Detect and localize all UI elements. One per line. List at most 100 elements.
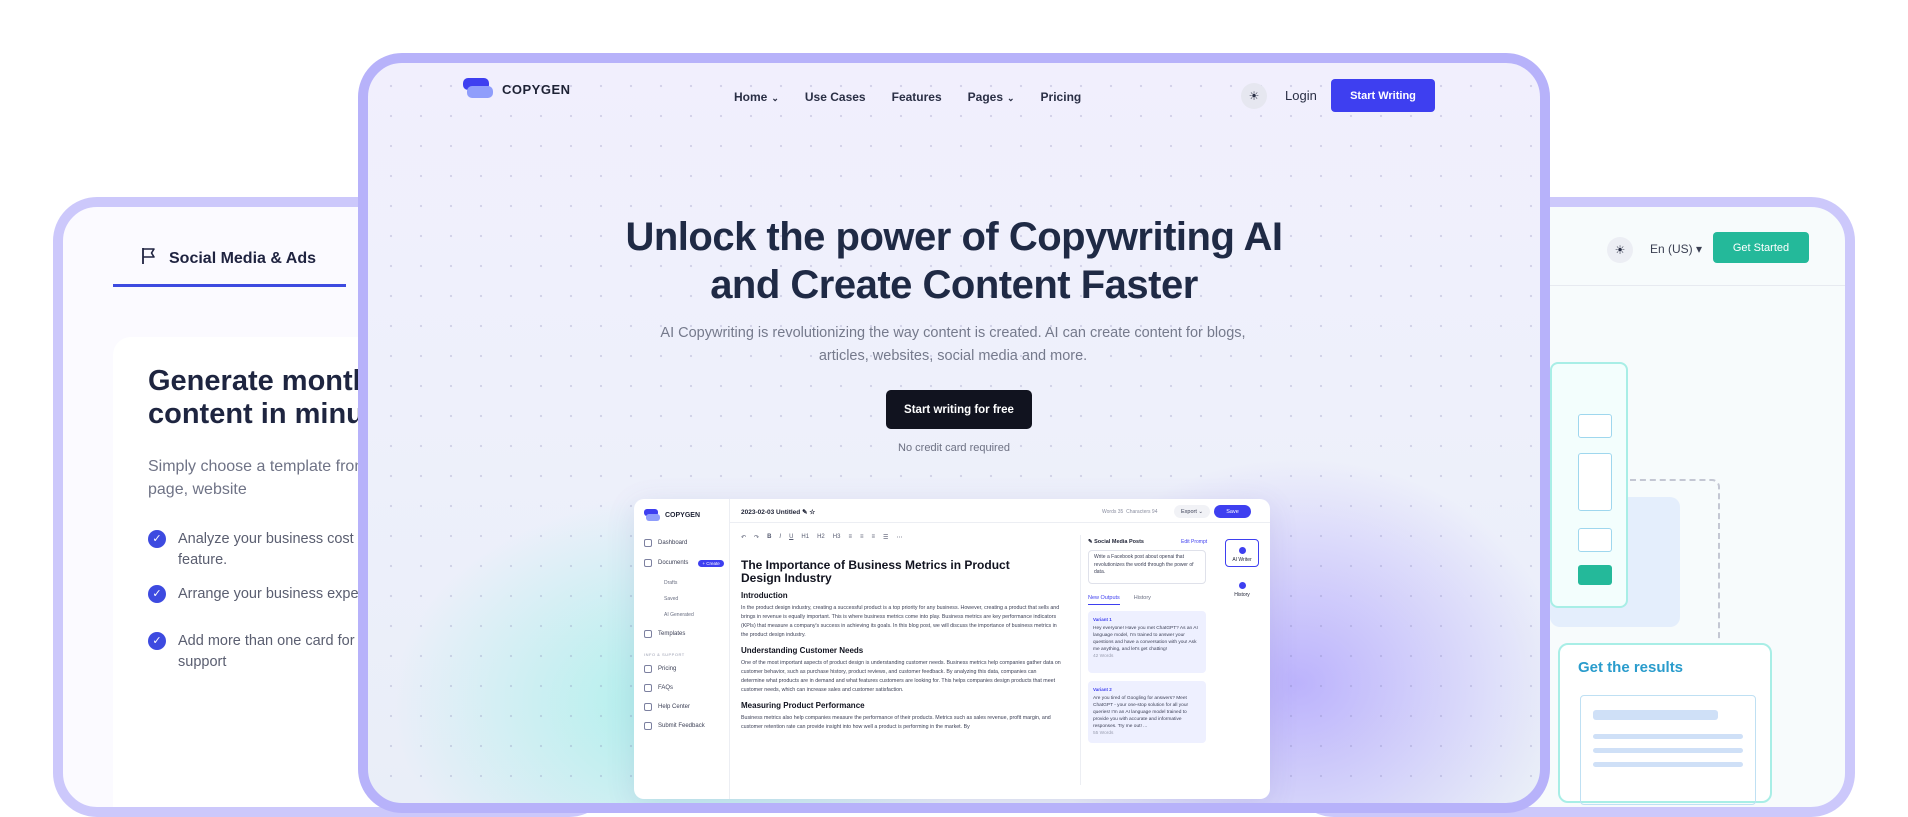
list-icon[interactable]: ☰ [883, 534, 888, 541]
more-icon[interactable]: ⋯ [896, 534, 902, 541]
theme-toggle-icon[interactable]: ☀ [1241, 83, 1267, 109]
text-line-placeholder [1593, 748, 1743, 753]
article-heading: Introduction [741, 591, 788, 600]
redo-icon[interactable]: ↷ [754, 534, 759, 541]
edit-prompt-link[interactable]: Edit Prompt [1181, 539, 1207, 545]
text-line-placeholder [1593, 762, 1743, 767]
article-paragraph: Business metrics also help companies mea… [741, 715, 1051, 730]
tab-label: Social Media & Ads [169, 249, 316, 267]
ai-writer-tab[interactable]: AI Writer [1225, 539, 1259, 567]
sidebar-item-ai-generated[interactable]: AI Generated [664, 612, 694, 618]
document-title[interactable]: 2023-02-03 Untitled ✎ ☆ [741, 508, 815, 516]
menu-item-pricing[interactable]: Pricing [1041, 90, 1082, 104]
dashed-connector [1630, 479, 1720, 641]
start-writing-free-button[interactable]: Start writing for free [886, 390, 1032, 429]
article-heading: Measuring Product Performance [741, 701, 865, 710]
app-preview: COPYGEN Dashboard Documents + Create Draf… [634, 499, 1270, 799]
export-button[interactable]: Export ⌄ [1174, 505, 1210, 518]
sidebar-item-submit-feedback[interactable]: Submit Feedback [644, 722, 705, 730]
results-title: Get the results [1578, 659, 1684, 676]
text-line-placeholder [1593, 734, 1743, 739]
get-started-button[interactable]: Get Started [1713, 232, 1809, 263]
article-title: The Importance of Business Metrics in Pr… [741, 558, 1010, 585]
create-button[interactable]: + Create [698, 559, 724, 567]
start-writing-button[interactable]: Start Writing [1331, 79, 1435, 112]
heading3-button[interactable]: H3 [833, 534, 841, 541]
main-menu: Home ⌄ Use Cases Features Pages ⌄ Pricing [734, 90, 1081, 104]
sidebar-item-templates[interactable]: Templates [644, 630, 685, 638]
align-left-icon[interactable]: ≡ [848, 534, 852, 541]
theme-toggle-icon[interactable]: ☀ [1607, 237, 1633, 263]
folder-icon [644, 559, 652, 567]
sidebar-item-pricing[interactable]: Pricing [644, 665, 676, 673]
feedback-icon [644, 722, 652, 730]
tab-history[interactable]: History [1134, 595, 1151, 605]
chevron-down-icon: ⌄ [771, 93, 779, 103]
bold-button[interactable]: B [767, 534, 771, 541]
sidebar-item-documents[interactable]: Documents + Create [644, 559, 724, 567]
heading1-button[interactable]: H1 [801, 534, 809, 541]
article-paragraph: In the product design industry, creating… [741, 605, 1060, 638]
article-paragraph: One of the most important aspects of pro… [741, 660, 1061, 693]
sidebar-item-dashboard[interactable]: Dashboard [644, 539, 687, 547]
sidebar-item-help-center[interactable]: Help Center [644, 703, 690, 711]
help-icon [644, 703, 652, 711]
menu-item-use-cases[interactable]: Use Cases [805, 90, 866, 104]
flag-icon [141, 247, 157, 270]
editor-header: 2023-02-03 Untitled ✎ ☆ Words 35 Charact… [730, 499, 1270, 523]
form-field-illustration [1578, 453, 1612, 511]
text-line-placeholder [1593, 710, 1718, 720]
output-card[interactable]: Variant 1 Hey everyone! Have you met Cha… [1088, 611, 1206, 673]
undo-icon[interactable]: ↶ [741, 534, 746, 541]
italic-button[interactable]: I [779, 534, 781, 541]
align-right-icon[interactable]: ≡ [871, 534, 875, 541]
menu-item-pages[interactable]: Pages ⌄ [968, 90, 1015, 104]
results-document [1580, 695, 1756, 805]
align-center-icon[interactable]: ≡ [860, 534, 864, 541]
heading2-button[interactable]: H2 [817, 534, 825, 541]
sidebar-item-drafts[interactable]: Drafts [664, 580, 677, 586]
top-nav: COPYGEN Home ⌄ Use Cases Features Pages ⌄ … [368, 63, 1540, 123]
variant-label: Variant 1 [1093, 617, 1112, 622]
form-field-illustration [1578, 414, 1612, 438]
feature-tabs: Social Media & Ads [113, 247, 396, 287]
app-brand: COPYGEN [644, 509, 700, 521]
history-tab[interactable]: History [1225, 573, 1259, 601]
chevron-down-icon: ⌄ [1007, 93, 1015, 103]
tab-social-media-ads[interactable]: Social Media & Ads [113, 247, 346, 287]
document-body[interactable]: The Importance of Business Metrics in Pr… [741, 559, 1061, 732]
results-card: Get the results [1558, 643, 1772, 805]
templates-icon [644, 630, 652, 638]
menu-item-features[interactable]: Features [892, 90, 942, 104]
login-link[interactable]: Login [1285, 88, 1317, 103]
pricing-icon [644, 665, 652, 673]
output-card[interactable]: Variant 2 Are you tired of Googling for … [1088, 681, 1206, 743]
copygen-logo-icon [463, 78, 493, 100]
landing-page-card: COPYGEN Home ⌄ Use Cases Features Pages ⌄ … [358, 53, 1550, 813]
menu-item-home[interactable]: Home ⌄ [734, 90, 779, 104]
check-icon: ✓ [148, 530, 166, 548]
ai-writer-panel: ✎ Social Media Posts Edit Prompt Write a… [1080, 535, 1210, 785]
copygen-logo-icon [644, 509, 660, 521]
ai-writer-icon [1238, 547, 1246, 554]
app-sidebar: COPYGEN Dashboard Documents + Create Draf… [634, 499, 730, 799]
tab-new-outputs[interactable]: New Outputs [1088, 595, 1120, 605]
language-select[interactable]: En (US) ▾ [1650, 242, 1702, 256]
sidebar-section-label: INFO & SUPPORT [644, 652, 685, 657]
sidebar-item-saved[interactable]: Saved [664, 596, 678, 602]
form-field-illustration [1578, 528, 1612, 552]
underline-button[interactable]: U [789, 534, 793, 541]
hero-subtitle: AI Copywriting is revolutionizing the wa… [660, 325, 1246, 364]
sidebar-item-faqs[interactable]: FAQs [644, 684, 673, 692]
prompt-box[interactable]: Write a Facebook post about openai that … [1088, 550, 1206, 584]
hero-title: Unlock the power of Copywriting AI and C… [625, 215, 1283, 307]
star-icon[interactable]: ☆ [809, 509, 815, 516]
save-button[interactable]: Save [1214, 505, 1251, 518]
brand-logo[interactable]: COPYGEN [463, 78, 571, 100]
variant-label: Variant 2 [1093, 687, 1112, 692]
article-heading: Understanding Customer Needs [741, 646, 864, 655]
check-icon: ✓ [148, 585, 166, 603]
edit-icon[interactable]: ✎ [802, 509, 807, 516]
editor-toolbar: ↶ ↷ B I U H1 H2 H3 ≡ ≡ ≡ ☰ ⋯ [741, 534, 902, 541]
word-count: Words 35 Characters 94 [1102, 509, 1158, 515]
